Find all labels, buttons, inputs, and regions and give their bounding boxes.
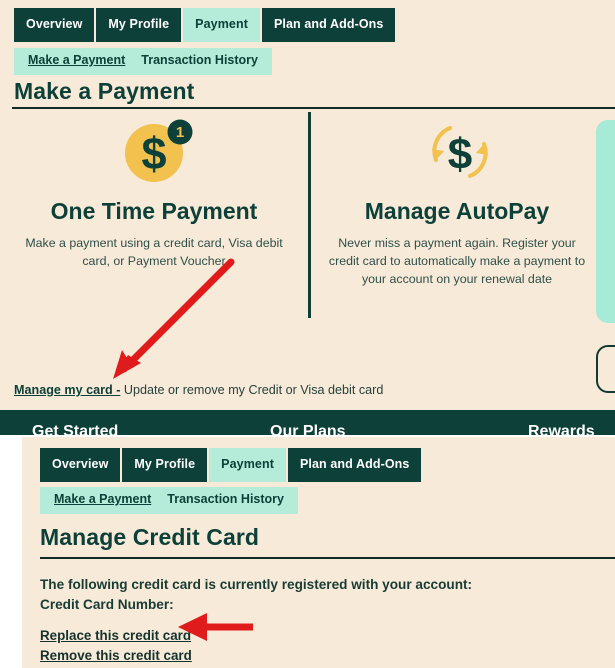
tab-overview[interactable]: Overview xyxy=(14,8,95,42)
subtab-transaction-history[interactable]: Transaction History xyxy=(167,492,284,507)
replace-this-credit-card-link[interactable]: Replace this credit card xyxy=(40,626,191,645)
sub-tabbar-top: Make a Payment Transaction History xyxy=(14,48,272,75)
autopay-recurring-dollar-icon: $ xyxy=(424,116,496,188)
manage-my-card-link[interactable]: Manage my card - xyxy=(14,383,120,397)
tab-payment[interactable]: Payment xyxy=(209,448,286,482)
bottom-screenshot-panel: Overview My Profile Payment Plan and Add… xyxy=(0,437,615,668)
footer-column-our-plans[interactable]: Our Plans xyxy=(270,424,346,436)
dollar-coin-one-icon: $ 1 xyxy=(118,116,196,188)
primary-tabbar-bottom: Overview My Profile Payment Plan and Add… xyxy=(40,448,422,482)
card-divider xyxy=(308,112,311,318)
page-title-make-a-payment: Make a Payment xyxy=(14,78,195,104)
credit-card-number-label: Credit Card Number: xyxy=(40,597,174,612)
primary-tabbar-top: Overview My Profile Payment Plan and Add… xyxy=(14,8,396,42)
manage-my-card-row: Manage my card - Update or remove my Cre… xyxy=(14,383,383,398)
svg-text:$: $ xyxy=(141,128,166,179)
tab-overview[interactable]: Overview xyxy=(40,448,121,482)
tab-plan-and-add-ons[interactable]: Plan and Add-Ons xyxy=(261,8,396,42)
tab-payment[interactable]: Payment xyxy=(183,8,260,42)
bottom-screenshot-content: Overview My Profile Payment Plan and Add… xyxy=(22,437,615,668)
page-title-manage-credit-card: Manage Credit Card xyxy=(40,524,260,550)
title-divider xyxy=(40,557,615,559)
partial-promo-card[interactable] xyxy=(596,120,615,323)
site-footer-top: Get Started Our Plans Rewards xyxy=(0,410,615,435)
tab-plan-and-add-ons[interactable]: Plan and Add-Ons xyxy=(287,448,422,482)
remove-this-credit-card-link[interactable]: Remove this credit card xyxy=(40,646,192,665)
footer-column-get-started[interactable]: Get Started xyxy=(32,424,118,436)
title-divider xyxy=(12,107,615,109)
card-title-manage-autopay: Manage AutoPay xyxy=(364,198,550,224)
card-description-manage-autopay: Never miss a payment again. Register you… xyxy=(328,236,586,286)
card-title-one-time-payment: One Time Payment xyxy=(50,198,258,224)
subtab-transaction-history[interactable]: Transaction History xyxy=(141,53,258,68)
subtab-make-a-payment[interactable]: Make a Payment xyxy=(54,492,151,507)
tab-my-profile[interactable]: My Profile xyxy=(122,448,208,482)
footer-column-rewards[interactable]: Rewards xyxy=(528,424,595,436)
manage-my-card-description: Update or remove my Credit or Visa debit… xyxy=(120,383,384,397)
svg-text:1: 1 xyxy=(176,124,184,141)
svg-text:$: $ xyxy=(448,130,472,179)
partial-outline-button[interactable] xyxy=(596,345,615,393)
subtab-make-a-payment[interactable]: Make a Payment xyxy=(28,53,125,68)
sub-tabbar-bottom: Make a Payment Transaction History xyxy=(40,487,298,514)
card-description-one-time-payment: Make a payment using a credit card, Visa… xyxy=(25,236,283,268)
tab-my-profile[interactable]: My Profile xyxy=(96,8,182,42)
registered-card-message: The following credit card is currently r… xyxy=(40,577,473,592)
top-screenshot-panel: Overview My Profile Payment Plan and Add… xyxy=(0,0,615,435)
